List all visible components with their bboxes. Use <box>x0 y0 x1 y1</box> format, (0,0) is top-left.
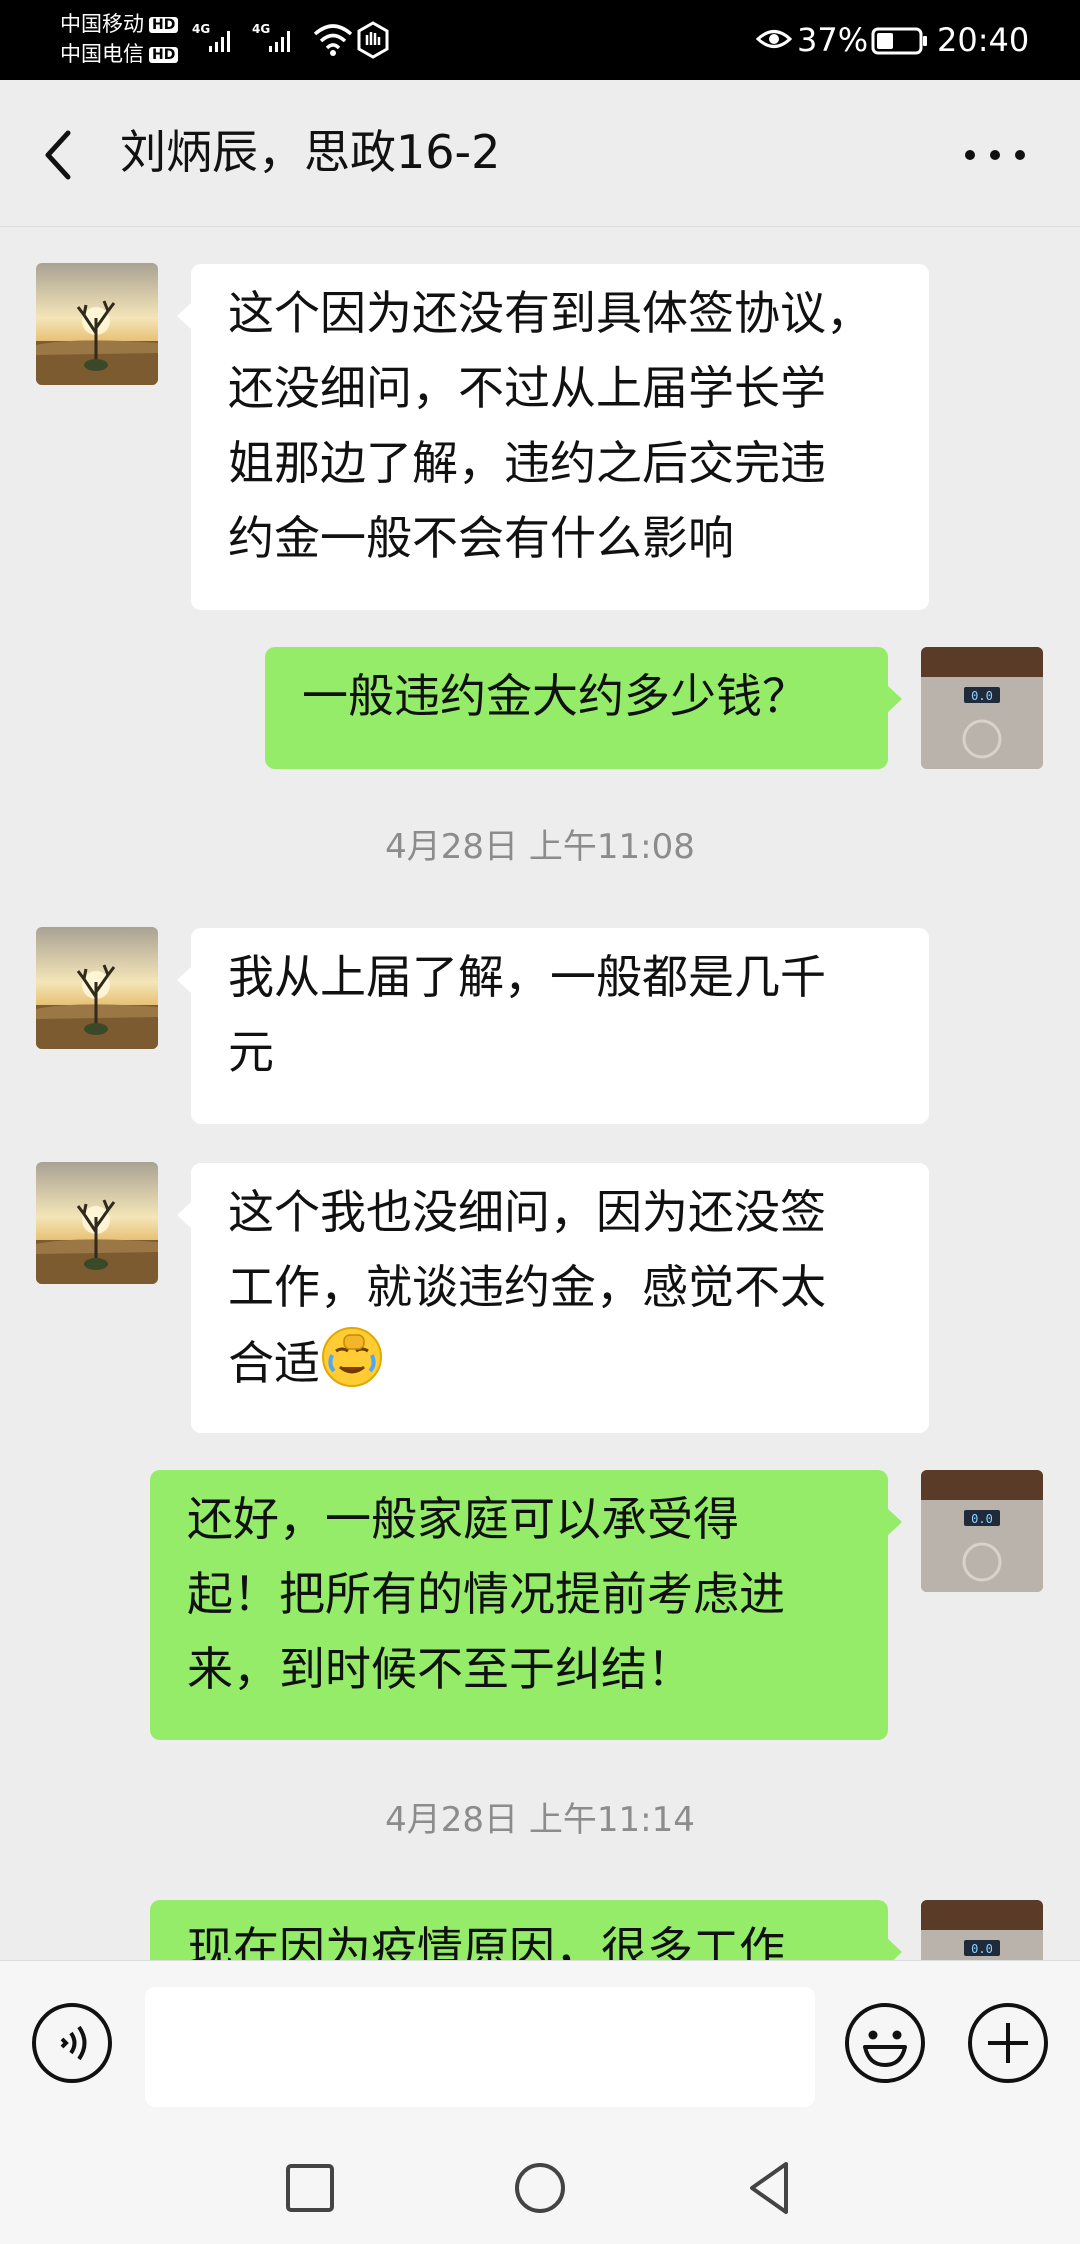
battery-percent: 37% <box>797 21 869 59</box>
message-line: 还没细问，不过从上届学长学 <box>228 361 826 415</box>
message-line: 元 <box>228 1025 274 1079</box>
hand-privacy-icon <box>357 21 389 59</box>
message-bubble-outgoing[interactable]: 一般违约金大约多少钱？ <box>265 647 902 769</box>
home-icon[interactable] <box>510 2158 570 2218</box>
battery-icon <box>871 27 927 55</box>
desert-avatar[interactable] <box>36 263 158 385</box>
message-bubble-incoming[interactable]: 这个我也没细问，因为还没签 工作，就谈违约金，感觉不太 合适 <box>177 1163 929 1433</box>
message-line-with-emoji: 合适 <box>228 1325 892 1401</box>
wifi-icon <box>313 24 353 56</box>
message-bubble-incoming[interactable]: 这个因为还没有到具体签协议， 还没细问，不过从上届学长学 姐那边了解，违约之后交… <box>177 264 929 610</box>
desert-avatar[interactable] <box>36 1162 158 1284</box>
carrier-1-label: 中国移动 <box>60 12 144 36</box>
message-line: 现在因为疫情原因，很多工作 <box>187 1922 785 1960</box>
recent-apps-icon[interactable] <box>280 2158 340 2218</box>
timestamp: 4月28日 上午11:08 <box>385 827 695 867</box>
carrier-2: 中国电信 HD <box>60 42 179 67</box>
carrier-1: 中国移动 HD <box>60 12 179 37</box>
chat-header: 刘炳辰，思政16-2 <box>0 80 1080 227</box>
message-line: 一般违约金大约多少钱？ <box>302 669 808 723</box>
message-line: 我从上届了解，一般都是几千 <box>228 950 826 1004</box>
clock: 20:40 <box>937 21 1030 59</box>
facepalm-crying-emoji <box>322 1327 382 1387</box>
hd-badge-2: HD <box>149 47 179 63</box>
message-bubble-outgoing[interactable]: 还好，一般家庭可以承受得 起！把所有的情况提前考虑进 来，到时候不至于纠结！ <box>150 1470 902 1740</box>
plus-icon[interactable] <box>966 2001 1050 2085</box>
message-line: 还好，一般家庭可以承受得 <box>187 1492 739 1546</box>
chat-title: 刘炳辰，思政16-2 <box>120 125 501 179</box>
message-bubble-incoming[interactable]: 我从上届了解，一般都是几千 元 <box>177 928 929 1124</box>
scale-avatar[interactable]: 0.0 <box>921 1900 1043 1960</box>
message-line: 这个我也没细问，因为还没签 <box>228 1185 826 1239</box>
system-nav-bar <box>0 2128 1080 2244</box>
svg-text:0.0: 0.0 <box>971 1942 993 1956</box>
message-line: 来，到时候不至于纠结！ <box>187 1642 693 1696</box>
back-nav-icon[interactable] <box>740 2158 800 2218</box>
message-line: 约金一般不会有什么影响 <box>228 511 734 565</box>
back-arrow-icon[interactable] <box>36 125 86 185</box>
message-line: 这个因为还没有到具体签协议， <box>228 286 872 340</box>
message-input[interactable] <box>145 1987 815 2107</box>
message-line: 合适 <box>228 1336 320 1390</box>
svg-text:0.0: 0.0 <box>971 1512 993 1526</box>
scale-avatar[interactable]: 0.0 <box>921 1470 1043 1592</box>
emoji-icon[interactable] <box>843 2001 927 2085</box>
timestamp: 4月28日 上午11:14 <box>385 1800 695 1840</box>
eye-icon <box>756 30 792 48</box>
svg-text:0.0: 0.0 <box>971 689 993 703</box>
message-bubble-outgoing[interactable]: 现在因为疫情原因，很多工作 <box>150 1900 902 1960</box>
carrier-2-label: 中国电信 <box>60 42 144 66</box>
input-bar <box>0 1960 1080 2129</box>
more-dots-icon[interactable] <box>960 130 1030 180</box>
message-line: 起！把所有的情况提前考虑进 <box>187 1567 785 1621</box>
message-line: 姐那边了解，违约之后交完违 <box>228 436 826 490</box>
voice-icon[interactable] <box>30 2001 114 2085</box>
message-line: 工作，就谈违约金，感觉不太 <box>228 1260 826 1314</box>
chat-message-list[interactable]: 这个因为还没有到具体签协议， 还没细问，不过从上届学长学 姐那边了解，违约之后交… <box>0 227 1080 1960</box>
hd-badge: HD <box>149 17 179 33</box>
status-bar: 中国移动 HD 中国电信 HD 4G 4G 37% 20:40 <box>0 0 1080 80</box>
scale-avatar[interactable]: 0.0 <box>921 647 1043 769</box>
desert-avatar[interactable] <box>36 927 158 1049</box>
